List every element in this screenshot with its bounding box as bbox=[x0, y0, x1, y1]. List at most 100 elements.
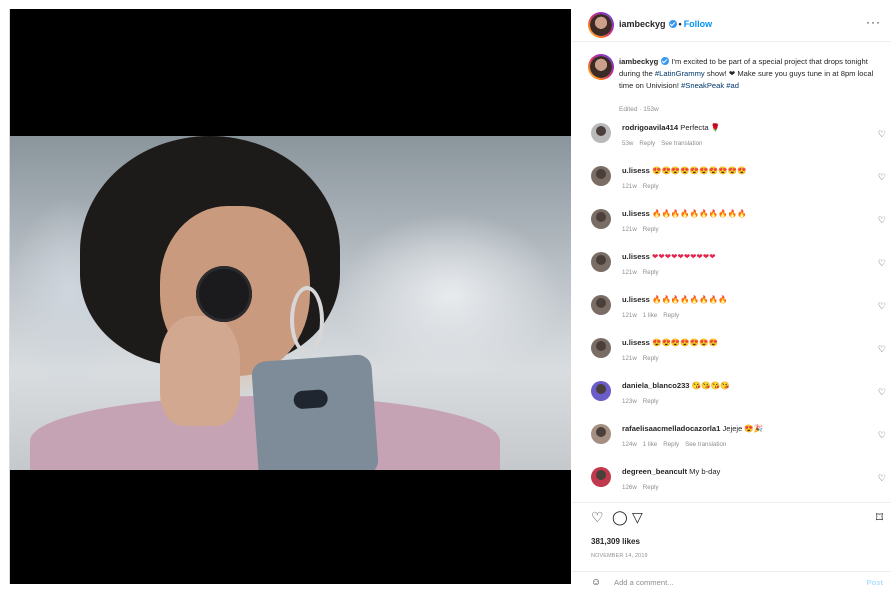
author-username[interactable]: iambeckyg bbox=[619, 19, 666, 29]
reply-button[interactable]: Reply bbox=[663, 441, 679, 448]
reply-button[interactable]: Reply bbox=[643, 269, 659, 276]
caption-avatar[interactable] bbox=[588, 54, 614, 80]
caption-meta: Edited · 153w bbox=[619, 106, 659, 113]
comment-item: u.lisess 🔥🔥🔥🔥🔥🔥🔥🔥 121w 1 like Reply ♡ bbox=[572, 291, 891, 331]
comment-line: degreen_beancult My b-day bbox=[622, 467, 862, 476]
reply-button[interactable]: Reply bbox=[643, 355, 659, 362]
comment-line: u.lisess 😍😍😍😍😍😍😍 bbox=[622, 338, 862, 347]
comment-line: u.lisess 🔥🔥🔥🔥🔥🔥🔥🔥🔥🔥 bbox=[622, 209, 862, 218]
comment-meta: 121w Reply bbox=[622, 226, 665, 233]
comment-username[interactable]: daniela_blanco233 bbox=[622, 381, 690, 390]
commenter-avatar[interactable] bbox=[591, 338, 611, 358]
commenter-avatar[interactable] bbox=[591, 424, 611, 444]
commenter-avatar[interactable] bbox=[591, 295, 611, 315]
comment-time: 53w bbox=[622, 140, 634, 147]
comment-item: rafaelisaacmelladocazorla1 Jejeje 😍🎉 124… bbox=[572, 420, 891, 460]
reply-button[interactable]: Reply bbox=[643, 226, 659, 233]
reply-button[interactable]: Reply bbox=[643, 484, 659, 491]
caption-part: show! bbox=[706, 69, 727, 78]
reply-button[interactable]: Reply bbox=[639, 140, 655, 147]
commenter-avatar[interactable] bbox=[591, 467, 611, 487]
photo-detail bbox=[293, 389, 329, 410]
comment-username[interactable]: rafaelisaacmelladocazorla1 bbox=[622, 424, 720, 433]
comment-item: u.lisess 😍😍😍😍😍😍😍😍😍😍 121w Reply ♡ bbox=[572, 162, 891, 202]
like-comment-icon[interactable]: ♡ bbox=[878, 301, 886, 312]
comment-meta: 53w Reply See translation bbox=[622, 140, 708, 147]
comment-text: ❤❤❤❤❤❤❤❤❤❤ bbox=[652, 252, 716, 261]
comment-meta: 121w Reply bbox=[622, 269, 665, 276]
hashtag-link[interactable]: #SneakPeak bbox=[681, 81, 724, 90]
like-comment-icon[interactable]: ♡ bbox=[878, 215, 886, 226]
hashtag-link[interactable]: #LatinGrammy bbox=[655, 69, 705, 78]
comment-text: 😍😍😍😍😍😍😍 bbox=[652, 338, 719, 347]
comment-username[interactable]: u.lisess bbox=[622, 166, 650, 175]
comment-line: rodrigoavila414 Perfecta 🌹 bbox=[622, 123, 862, 132]
commenter-avatar[interactable] bbox=[591, 381, 611, 401]
post-sidebar: iambeckyg • Follow ··· iambeckyg I'm excit… bbox=[572, 9, 891, 588]
photo-detail bbox=[196, 266, 252, 322]
like-comment-icon[interactable]: ♡ bbox=[878, 129, 886, 140]
comments-list[interactable]: rodrigoavila414 Perfecta 🌹 53w Reply See t… bbox=[572, 119, 891, 502]
reply-button[interactable]: Reply bbox=[643, 183, 659, 190]
comment-like-count[interactable]: 1 like bbox=[643, 441, 657, 448]
post-media[interactable] bbox=[10, 9, 571, 584]
comment-time: 121w bbox=[622, 269, 637, 276]
like-icon[interactable]: ♡ bbox=[591, 510, 604, 524]
instagram-post-modal: iambeckyg • Follow ··· iambeckyg I'm excit… bbox=[9, 9, 891, 588]
commenter-avatar[interactable] bbox=[591, 123, 611, 143]
post-date: NOVEMBER 14, 2019 bbox=[591, 553, 648, 559]
caption-text: iambeckyg I'm excited to be part of a sp… bbox=[619, 56, 884, 92]
see-translation-button[interactable]: See translation bbox=[685, 441, 726, 448]
post-actions: ♡ ◯ ▽ ⌑ 381,309 likes NOVEMBER 14, 2019 … bbox=[572, 502, 891, 588]
comment-time: 123w bbox=[622, 398, 637, 405]
comment-time: 124w bbox=[622, 441, 637, 448]
author-avatar[interactable] bbox=[588, 12, 614, 38]
like-comment-icon[interactable]: ♡ bbox=[878, 258, 886, 269]
comment-text: 🔥🔥🔥🔥🔥🔥🔥🔥 bbox=[652, 295, 728, 304]
bookmark-icon[interactable]: ⌑ bbox=[876, 510, 883, 524]
heart-emoji: ❤ bbox=[728, 69, 736, 78]
comment-username[interactable]: u.lisess bbox=[622, 295, 650, 304]
comment-text: 🔥🔥🔥🔥🔥🔥🔥🔥🔥🔥 bbox=[652, 209, 747, 218]
comment-item: u.lisess ❤❤❤❤❤❤❤❤❤❤ 121w Reply ♡ bbox=[572, 248, 891, 288]
see-translation-button[interactable]: See translation bbox=[661, 140, 702, 147]
comment-username[interactable]: u.lisess bbox=[622, 209, 650, 218]
photo-detail bbox=[250, 353, 380, 470]
add-comment-bar: ☺ Add a comment... Post bbox=[572, 571, 891, 592]
comment-username[interactable]: degreen_beancult bbox=[622, 467, 687, 476]
reply-button[interactable]: Reply bbox=[663, 312, 679, 319]
comment-time: 126w bbox=[622, 484, 637, 491]
emoji-icon[interactable]: ☺ bbox=[591, 577, 601, 588]
comment-text: Perfecta 🌹 bbox=[680, 123, 721, 132]
likes-count[interactable]: 381,309 likes bbox=[591, 537, 640, 546]
like-comment-icon[interactable]: ♡ bbox=[878, 430, 886, 441]
like-comment-icon[interactable]: ♡ bbox=[878, 344, 886, 355]
like-comment-icon[interactable]: ♡ bbox=[878, 387, 886, 398]
comment-icon[interactable]: ◯ bbox=[612, 510, 628, 524]
avatar-image bbox=[590, 56, 612, 78]
separator-dot: • bbox=[678, 19, 682, 29]
commenter-avatar[interactable] bbox=[591, 209, 611, 229]
comment-username[interactable]: u.lisess bbox=[622, 252, 650, 261]
comment-item: degreen_beancult My b-day 126w Reply ♡ bbox=[572, 463, 891, 502]
commenter-avatar[interactable] bbox=[591, 252, 611, 272]
post-comment-button[interactable]: Post bbox=[867, 578, 883, 587]
photo-detail bbox=[290, 286, 324, 354]
comment-line: u.lisess 🔥🔥🔥🔥🔥🔥🔥🔥 bbox=[622, 295, 862, 304]
caption-username[interactable]: iambeckyg bbox=[619, 57, 658, 66]
comment-like-count[interactable]: 1 like bbox=[643, 312, 657, 319]
comment-text: 😍😍😍😍😍😍😍😍😍😍 bbox=[652, 166, 747, 175]
add-comment-input[interactable]: Add a comment... bbox=[614, 578, 674, 587]
like-comment-icon[interactable]: ♡ bbox=[878, 172, 886, 183]
follow-button[interactable]: Follow bbox=[684, 19, 713, 29]
like-comment-icon[interactable]: ♡ bbox=[878, 473, 886, 484]
hashtag-link[interactable]: #ad bbox=[726, 81, 739, 90]
reply-button[interactable]: Reply bbox=[643, 398, 659, 405]
share-icon[interactable]: ▽ bbox=[632, 510, 643, 524]
post-photo bbox=[10, 136, 571, 470]
comment-meta: 124w 1 like Reply See translation bbox=[622, 441, 732, 448]
comment-username[interactable]: rodrigoavila414 bbox=[622, 123, 678, 132]
more-options-icon[interactable]: ··· bbox=[866, 15, 881, 29]
comment-username[interactable]: u.lisess bbox=[622, 338, 650, 347]
commenter-avatar[interactable] bbox=[591, 166, 611, 186]
